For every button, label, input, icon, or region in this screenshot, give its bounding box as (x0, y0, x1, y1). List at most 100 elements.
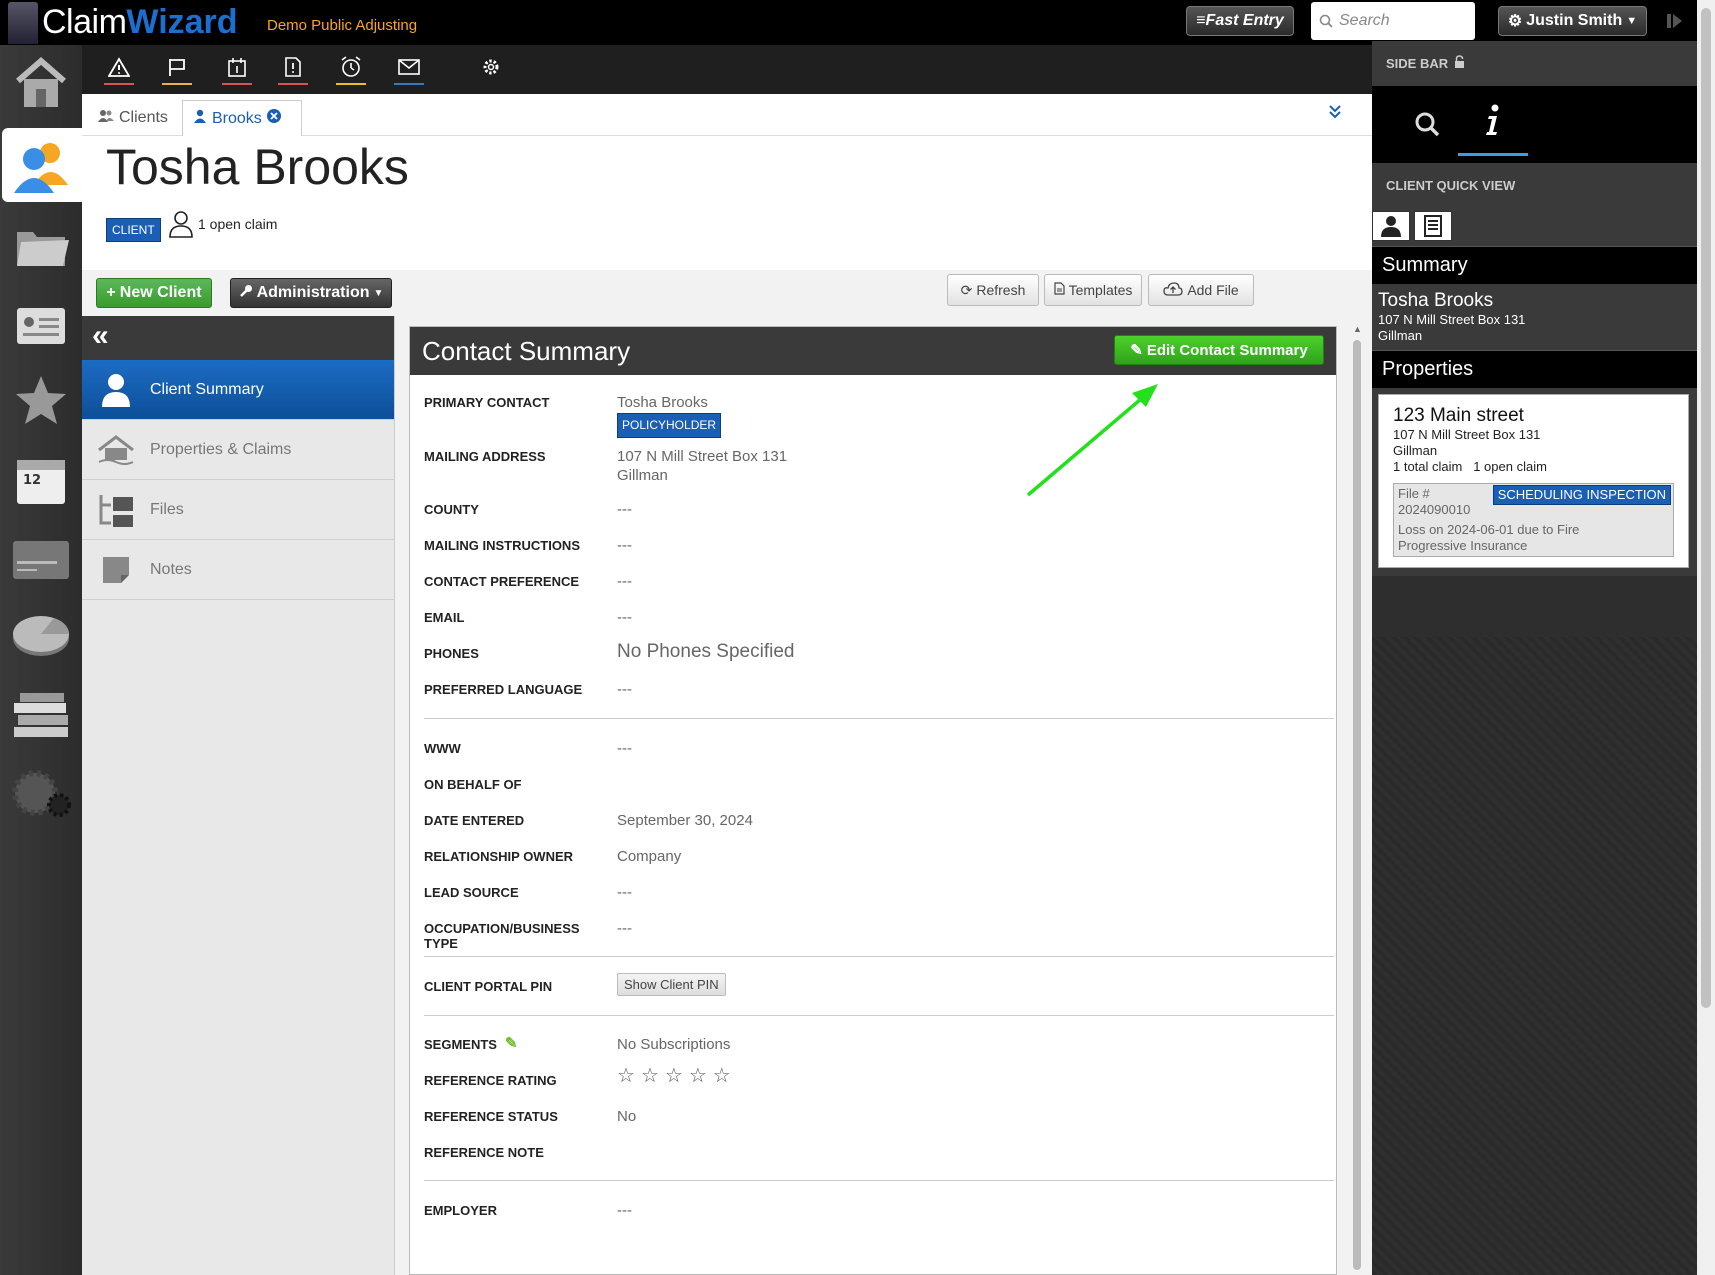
fast-entry-button[interactable]: ≡ Fast Entry (1186, 6, 1294, 36)
pencil-icon[interactable]: ✎ (505, 1034, 518, 1063)
tab-clients[interactable]: Clients (88, 100, 178, 136)
calendar-icon: 12 (17, 460, 65, 504)
field-date-entered: DATE ENTERED September 30, 2024 (424, 803, 1324, 839)
star-icon[interactable]: ☆ (689, 1066, 707, 1086)
panel-scrollbar-thumb[interactable] (1353, 340, 1361, 1270)
refresh-icon: ⟳ (960, 281, 973, 298)
add-file-button[interactable]: Add File (1148, 274, 1254, 306)
search-input[interactable]: Search (1311, 2, 1475, 40)
rail-settings[interactable] (6, 765, 76, 825)
open-claims[interactable]: 1 open claim (168, 210, 277, 238)
tab-brooks[interactable]: Brooks (182, 100, 302, 136)
page-scrollbar[interactable] (1697, 0, 1715, 1275)
field-preferred-language: PREFERRED LANGUAGE --- (424, 672, 1324, 708)
sidebar-title: SIDE BAR (1372, 41, 1697, 86)
field-mailing-address: MAILING ADDRESS 107 N Mill Street Box 13… (424, 439, 1324, 489)
person-icon (96, 370, 136, 410)
flags-tool[interactable] (162, 55, 192, 85)
county-value: --- (617, 501, 632, 518)
settings-tool[interactable] (476, 55, 506, 85)
chevron-double-down-icon[interactable] (1328, 104, 1342, 125)
field-on-behalf-of: ON BEHALF OF (424, 767, 1324, 803)
subnav-client-summary[interactable]: Client Summary (82, 360, 394, 420)
administration-button[interactable]: Administration ▼ (230, 278, 392, 308)
rail-library[interactable] (6, 685, 76, 745)
rail-accounting[interactable] (6, 530, 76, 590)
star-icon[interactable]: ☆ (713, 1066, 731, 1086)
claim-file-box[interactable]: File # 2024090010 SCHEDULING INSPECTION … (1393, 483, 1674, 557)
field-lead-source: LEAD SOURCE --- (424, 875, 1324, 911)
templates-label: Templates (1068, 282, 1133, 298)
rail-files[interactable] (6, 217, 76, 277)
subnav-label: Files (150, 500, 184, 518)
annotation-arrow-icon (1026, 384, 1158, 497)
mailing-address-line2: Gillman (617, 467, 668, 484)
add-file-label: Add File (1187, 282, 1239, 298)
subnav-notes[interactable]: Notes (82, 540, 394, 600)
subnav-properties-claims[interactable]: Properties & Claims (82, 420, 394, 480)
field-label: PREFERRED LANGUAGE (424, 682, 583, 697)
new-client-button[interactable]: + New Client (96, 278, 212, 308)
star-icon[interactable]: ☆ (665, 1066, 683, 1086)
field-employer: EMPLOYER --- (424, 1193, 1324, 1229)
messages-tool[interactable] (394, 55, 424, 85)
users-icon (98, 109, 114, 128)
mailing-instructions-value: --- (617, 537, 632, 554)
pie-chart-icon (13, 616, 70, 656)
sidebar-search-tab[interactable] (1392, 104, 1462, 144)
caret-down-icon: ▼ (1626, 15, 1638, 27)
divider (424, 1015, 1334, 1016)
show-client-pin-button[interactable]: Show Client PIN (617, 973, 726, 996)
preferred-language-value: --- (617, 681, 632, 698)
refresh-button[interactable]: ⟳ Refresh (947, 274, 1039, 306)
summary-client-name[interactable]: Tosha Brooks (1378, 290, 1691, 312)
field-reference-note: REFERENCE NOTE (424, 1135, 1324, 1171)
gear-icon: ⚙ (1507, 13, 1523, 30)
collapse-sidebar-icon[interactable] (1664, 10, 1686, 32)
reminders-tool[interactable] (336, 55, 366, 85)
field-label: EMPLOYER (424, 1203, 497, 1218)
field-label: REFERENCE STATUS (424, 1109, 558, 1124)
rail-home[interactable] (6, 53, 76, 113)
templates-button[interactable]: Templates (1044, 274, 1142, 306)
user-name: Justin Smith (1526, 12, 1623, 29)
star-icon[interactable]: ☆ (617, 1066, 635, 1086)
calendar-tool[interactable] (222, 55, 252, 85)
scroll-up-icon[interactable]: ▲ (1353, 324, 1362, 334)
subnav-label: Client Summary (150, 380, 264, 398)
list-icon: ≡ (1196, 12, 1206, 29)
property-card[interactable]: 123 Main street 107 N Mill Street Box 13… (1378, 394, 1689, 568)
sidebar-info-tab[interactable] (1458, 104, 1528, 156)
books-icon (14, 693, 68, 737)
field-label: SEGMENTS (424, 1037, 497, 1052)
user-menu-button[interactable]: ⚙ Justin Smith ▼ (1498, 6, 1647, 36)
rating-stars[interactable]: ☆ ☆ ☆ ☆ ☆ (617, 1066, 731, 1086)
phones-value: No Phones Specified (617, 641, 795, 662)
template-file-icon (1053, 282, 1065, 298)
rail-clients[interactable] (2, 128, 82, 202)
subnav-files[interactable]: Files (82, 480, 394, 540)
rail-contacts[interactable] (6, 295, 76, 355)
app-logo[interactable]: Claim Wizard (8, 0, 238, 45)
field-label: EMAIL (424, 610, 465, 625)
edit-contact-summary-button[interactable]: ✎ Edit Contact Summary (1114, 335, 1324, 365)
documents-tool[interactable] (278, 55, 308, 85)
quick-view-person-tab[interactable] (1372, 211, 1410, 241)
panel-scrollbar[interactable]: ▲ (1350, 322, 1364, 1275)
page-scrollbar-thumb[interactable] (1701, 8, 1711, 1008)
sidebar-background (1372, 637, 1697, 1275)
close-tab-icon[interactable] (266, 109, 281, 128)
note-icon (96, 550, 136, 590)
divider (424, 956, 1334, 957)
rail-reports[interactable] (6, 605, 76, 665)
client-header: Tosha Brooks CLIENT 1 open claim (82, 136, 1372, 270)
calendar-icon (228, 58, 246, 77)
quick-view-document-tab[interactable] (1414, 211, 1452, 241)
alerts-tool[interactable] (104, 55, 134, 85)
collapse-left-icon[interactable]: « (82, 316, 394, 360)
lock-icon[interactable] (1454, 55, 1465, 72)
rail-favorites[interactable] (6, 370, 76, 430)
rail-calendar[interactable]: 12 (6, 450, 76, 510)
wrench-icon (239, 284, 253, 303)
star-icon[interactable]: ☆ (641, 1066, 659, 1086)
